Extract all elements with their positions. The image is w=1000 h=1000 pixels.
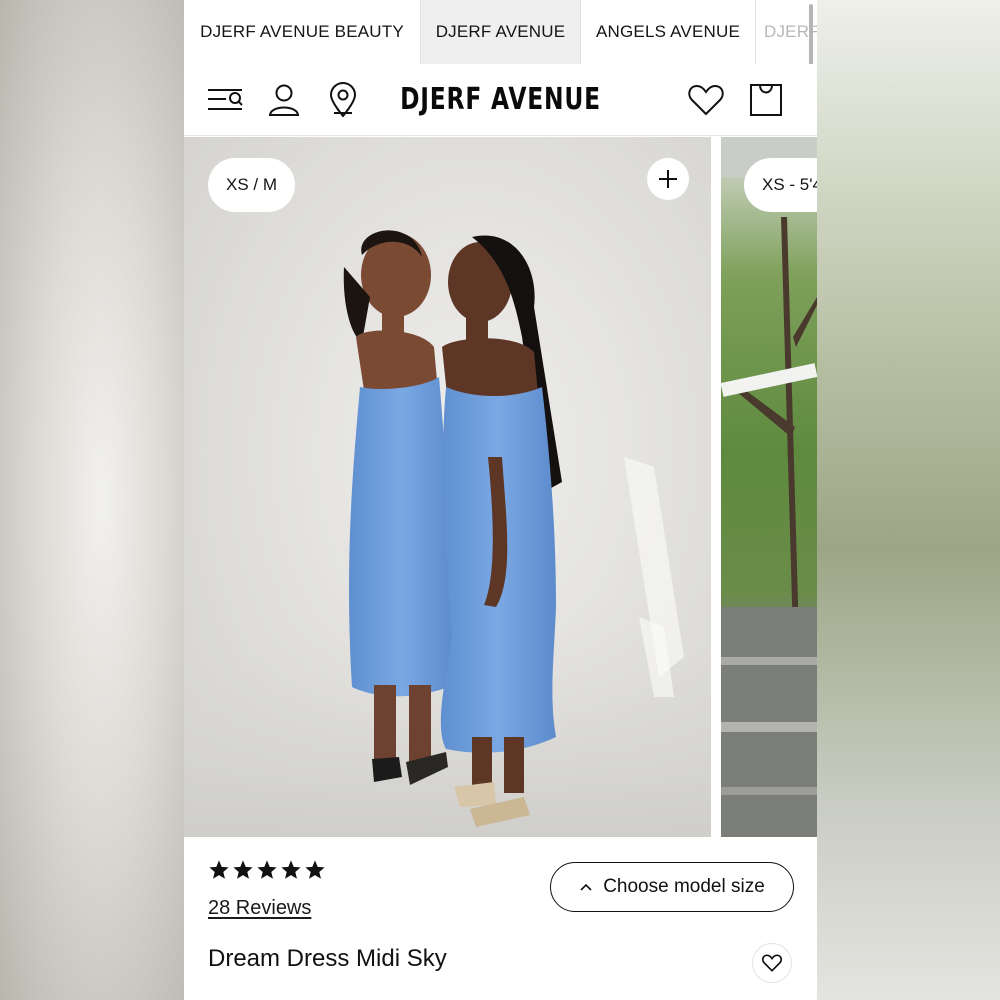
expand-image-button[interactable] (647, 158, 689, 200)
site-header: DJERF AVENUE (184, 64, 817, 136)
star-icon (233, 860, 253, 879)
choose-model-size-label: Choose model size (603, 876, 765, 897)
product-title: Dream Dress Midi Sky (208, 945, 447, 972)
star-icon (209, 860, 229, 879)
search-menu-icon[interactable] (206, 82, 243, 118)
star-icon (281, 860, 301, 879)
chevron-up-icon (580, 883, 592, 891)
outdoor-photo (721, 137, 817, 837)
models-photo (184, 230, 711, 837)
backdrop-left (0, 0, 184, 1000)
product-info: 28 Reviews Choose model size Dream Dress… (184, 837, 817, 1000)
product-image-next[interactable]: XS - 5'4 (721, 137, 817, 837)
tab-djerf-avenue-beauty[interactable]: DJERF AVENUE BEAUTY (184, 0, 421, 64)
reviews-link[interactable]: 28 Reviews (208, 897, 311, 920)
tab-angels-avenue[interactable]: ANGELS AVENUE (581, 0, 756, 64)
tab-djerf-overflow[interactable]: DJERF (756, 0, 817, 64)
heart-icon (761, 954, 783, 972)
choose-model-size-button[interactable]: Choose model size (550, 862, 794, 912)
product-image-main[interactable]: XS / M (184, 137, 711, 837)
star-icon (305, 860, 325, 879)
rating-stars[interactable] (208, 859, 326, 881)
store-tabs: DJERF AVENUE BEAUTY DJERF AVENUE ANGELS … (184, 0, 817, 64)
phone-screen: DJERF AVENUE BEAUTY DJERF AVENUE ANGELS … (184, 0, 817, 1000)
wishlist-heart-icon[interactable] (686, 82, 726, 118)
tab-djerf-avenue[interactable]: DJERF AVENUE (421, 0, 581, 64)
star-icon (257, 860, 277, 879)
model-size-badge-next: XS - 5'4 (744, 158, 817, 212)
brand-logo[interactable]: DJERF AVENUE (254, 82, 748, 117)
cart-bag-icon[interactable] (748, 82, 784, 118)
backdrop-right (817, 0, 1000, 1000)
model-size-badge: XS / M (208, 158, 296, 212)
product-gallery[interactable]: XS / M XS - 5'4 (184, 137, 817, 837)
add-to-wishlist-button[interactable] (752, 943, 792, 983)
plus-icon (659, 170, 677, 188)
